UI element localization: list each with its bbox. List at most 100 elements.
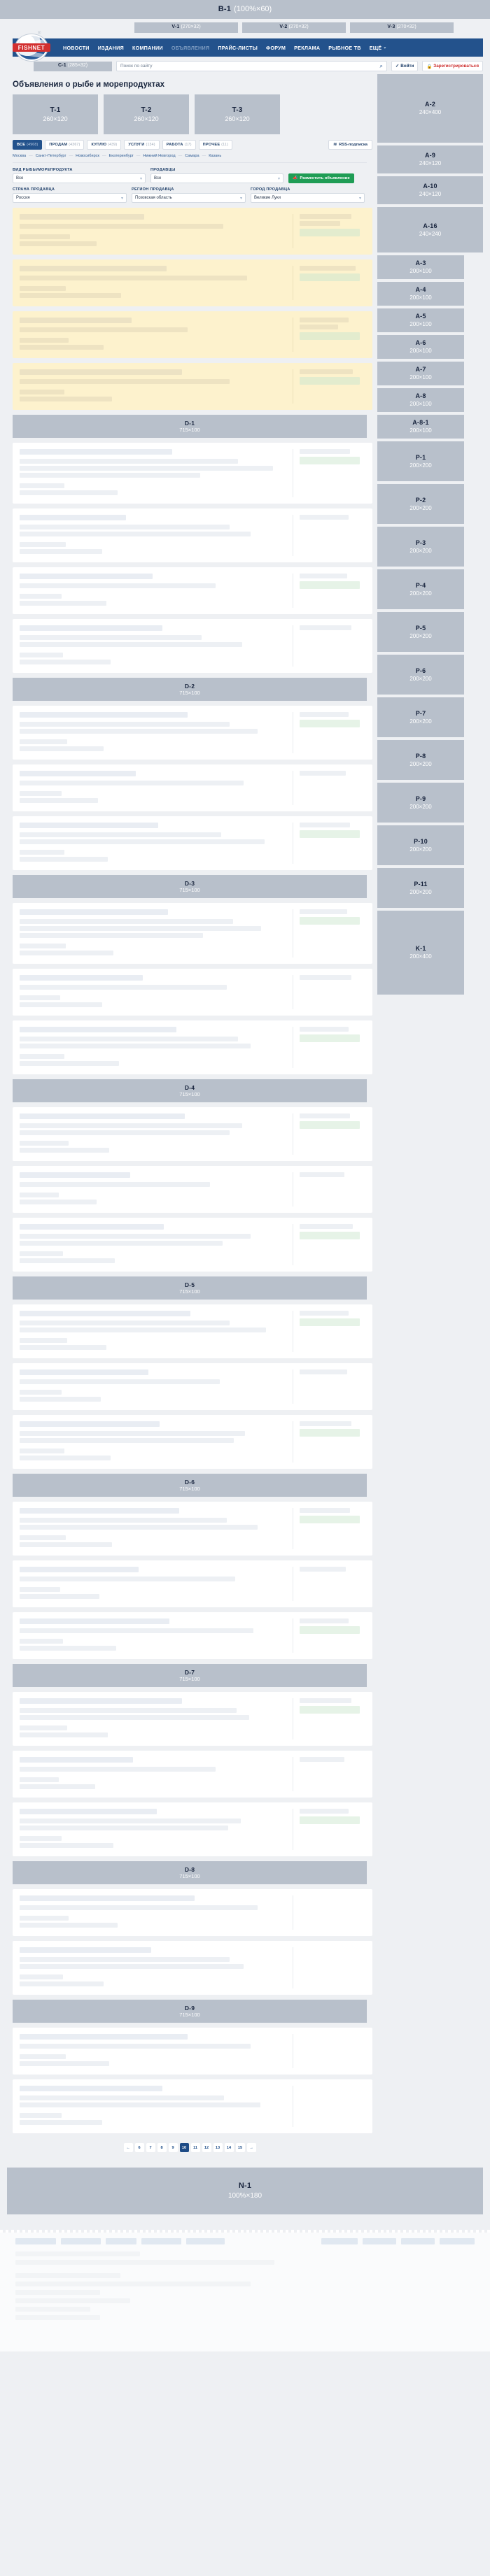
nav-item-8[interactable]: РЫБНОЕ ТВ [328, 45, 360, 51]
nav-item-3[interactable]: КОМПАНИИ [132, 45, 163, 51]
ad-slot-p-11[interactable]: P-11 200×200 [377, 868, 464, 908]
footer-link-placeholder[interactable] [321, 2238, 358, 2244]
city-link-1[interactable]: Москва [13, 154, 26, 158]
sellers-select[interactable]: Все ▾ [150, 173, 284, 183]
ad-slot-d-6[interactable]: D-6 715×100 [13, 1474, 367, 1497]
listing-card[interactable] [13, 1802, 372, 1856]
listing-card[interactable] [13, 1107, 372, 1161]
listing-card[interactable] [13, 1612, 372, 1659]
footer-link-placeholder[interactable] [363, 2238, 396, 2244]
listing-card[interactable] [13, 1751, 372, 1798]
listing-card[interactable] [13, 311, 372, 358]
register-button[interactable]: 🔒 Зарегистрироваться [422, 61, 483, 71]
ad-slot-d-8[interactable]: D-8 715×100 [13, 1861, 367, 1884]
listing-card[interactable] [13, 903, 372, 964]
region-select[interactable]: Псковская область ▾ [132, 193, 246, 203]
search-input[interactable]: Поиск по сайту ⌕ [116, 61, 387, 71]
ad-slot-a-9[interactable]: A-9 240×120 [377, 145, 483, 173]
ad-slot-p-7[interactable]: P-7 200×200 [377, 697, 464, 737]
category-tab-2[interactable]: ПРОДАМ (4367) [45, 140, 85, 150]
city-select[interactable]: Великие Луки ▾ [251, 193, 365, 203]
listing-card[interactable] [13, 363, 372, 410]
ad-slot-d-4[interactable]: D-4 715×100 [13, 1079, 367, 1102]
listing-card[interactable] [13, 816, 372, 870]
city-link-4[interactable]: Екатеринбург [109, 154, 134, 158]
pagination-page-15[interactable]: 15 [235, 2143, 245, 2152]
site-logo[interactable]: FISHNET ® [13, 31, 52, 62]
ad-slot-p-9[interactable]: P-9 200×200 [377, 783, 464, 823]
pagination-page-12[interactable]: 12 [202, 2143, 211, 2152]
pagination-prev[interactable]: ← [123, 2143, 133, 2152]
listing-card[interactable] [13, 2028, 372, 2075]
country-select[interactable]: Россия ▾ [13, 193, 127, 203]
footer-link-placeholder[interactable] [141, 2238, 181, 2244]
fish-type-select[interactable]: Все ▾ [13, 173, 146, 183]
listing-card[interactable] [13, 259, 372, 306]
nav-item-2[interactable]: ИЗДАНИЯ [98, 45, 124, 51]
footer-link-placeholder[interactable] [186, 2238, 225, 2244]
nav-item-4[interactable]: ОБЪЯВЛЕНИЯ [172, 45, 210, 51]
ad-slot-a-8-1[interactable]: A-8-1 200×100 [377, 415, 464, 439]
ad-slot-d-7[interactable]: D-7 715×100 [13, 1664, 367, 1687]
category-tab-1[interactable]: ВСЕ (4968) [13, 140, 43, 150]
listing-card[interactable] [13, 1502, 372, 1556]
ad-slot-d-1[interactable]: D-1 715×100 [13, 415, 367, 438]
ad-slot-a-3[interactable]: A-3 200×100 [377, 255, 464, 279]
ad-slot-t2[interactable]: T-2 260×120 [104, 94, 189, 134]
listing-card[interactable] [13, 1941, 372, 1995]
ad-slot-a-6[interactable]: A-6 200×100 [377, 335, 464, 359]
ad-slot-v3[interactable]: V-3 (270×32) [350, 22, 454, 33]
search-icon[interactable]: ⌕ [379, 63, 382, 70]
ad-slot-d-3[interactable]: D-3 715×100 [13, 875, 367, 898]
ad-slot-p-4[interactable]: P-4 200×200 [377, 569, 464, 609]
ad-slot-a-2[interactable]: A-2 240×400 [377, 74, 483, 143]
nav-item-7[interactable]: РЕКЛАМА [294, 45, 320, 51]
ad-slot-a-5[interactable]: A-5 200×100 [377, 308, 464, 332]
pagination-page-8[interactable]: 8 [157, 2143, 167, 2152]
category-tab-4[interactable]: УСЛУГИ (134) [124, 140, 160, 150]
listing-card[interactable] [13, 1304, 372, 1358]
ad-slot-a-16[interactable]: A-16 240×240 [377, 207, 483, 252]
footer-link-placeholder[interactable] [61, 2238, 101, 2244]
ad-slot-b1[interactable]: B-1 (100%×60) [0, 0, 490, 19]
ad-slot-n1[interactable]: N-1 100%×180 [7, 2168, 483, 2214]
city-link-3[interactable]: Новосибирск [76, 154, 99, 158]
pagination-page-9[interactable]: 9 [168, 2143, 178, 2152]
category-tab-5[interactable]: РАБОТА (17) [162, 140, 196, 150]
listing-card[interactable] [13, 764, 372, 811]
pagination-page-11[interactable]: 11 [190, 2143, 200, 2152]
ad-slot-t3[interactable]: T-3 260×120 [195, 94, 280, 134]
ad-slot-p-2[interactable]: P-2 200×200 [377, 484, 464, 524]
ad-slot-v2[interactable]: V-2 (270×32) [242, 22, 346, 33]
listing-card[interactable] [13, 1889, 372, 1936]
pagination-page-7[interactable]: 7 [146, 2143, 155, 2152]
category-tab-6[interactable]: ПРОЧЕЕ (11) [198, 140, 232, 150]
ad-slot-c1[interactable]: C-1 (285×32) [34, 61, 112, 71]
pagination-page-13[interactable]: 13 [213, 2143, 223, 2152]
nav-item-6[interactable]: ФОРУМ [266, 45, 286, 51]
listing-card[interactable] [13, 1020, 372, 1074]
city-link-7[interactable]: Казань [209, 154, 221, 158]
footer-link-placeholder[interactable] [401, 2238, 435, 2244]
ad-slot-d-2[interactable]: D-2 715×100 [13, 678, 367, 701]
listing-card[interactable] [13, 443, 372, 504]
ad-slot-t1[interactable]: T-1 260×120 [13, 94, 98, 134]
footer-link-placeholder[interactable] [440, 2238, 475, 2244]
ad-slot-p-1[interactable]: P-1 200×200 [377, 441, 464, 481]
pagination-page-14[interactable]: 14 [224, 2143, 234, 2152]
footer-link-placeholder[interactable] [15, 2238, 56, 2244]
pagination-page-10[interactable]: 10 [179, 2143, 189, 2152]
listing-card[interactable] [13, 208, 372, 255]
ad-slot-a-8[interactable]: A-8 200×100 [377, 388, 464, 412]
nav-item-1[interactable]: НОВОСТИ [63, 45, 90, 51]
listing-card[interactable] [13, 969, 372, 1016]
ad-slot-d-9[interactable]: D-9 715×100 [13, 2000, 367, 2023]
listing-card[interactable] [13, 508, 372, 562]
listing-card[interactable] [13, 619, 372, 673]
ad-slot-p-8[interactable]: P-8 200×200 [377, 740, 464, 780]
ad-slot-p-6[interactable]: P-6 200×200 [377, 655, 464, 695]
ad-slot-a-10[interactable]: A-10 240×120 [377, 176, 483, 204]
ad-slot-p-10[interactable]: P-10 200×200 [377, 825, 464, 865]
listing-card[interactable] [13, 706, 372, 760]
post-ad-button[interactable]: 📣 Разместить объявление [288, 173, 354, 183]
